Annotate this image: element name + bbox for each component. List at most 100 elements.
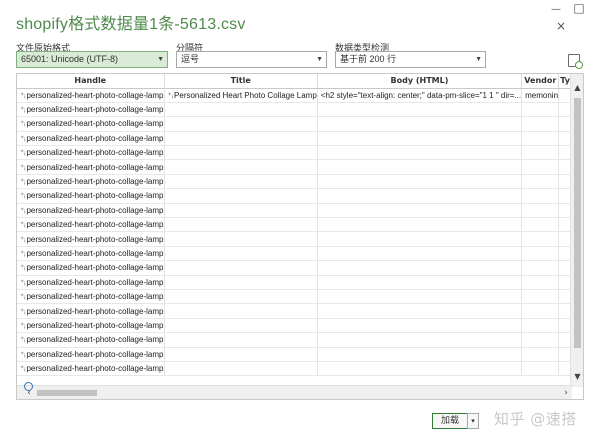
cell-type-icon: ⁺ᵢ (20, 220, 26, 230)
table-cell (164, 116, 318, 132)
table-cell (164, 347, 318, 362)
cell-value: personalized-heart-photo-collage-lamp (26, 162, 164, 172)
cell-type-icon: ⁺ᵢ (20, 162, 26, 172)
cell-value: personalized-heart-photo-collage-lamp (26, 177, 164, 187)
load-dropdown-button[interactable]: ▾ (467, 413, 479, 429)
table-cell: ⁺ᵢpersonalized-heart-photo-collage-lamp (17, 145, 165, 161)
cell-value: personalized-heart-photo-collage-lamp (26, 306, 164, 316)
table-cell: ⁺ᵢpersonalized-heart-photo-collage-lamp (17, 131, 165, 147)
delimiter-value: 逗号 (181, 54, 200, 64)
delimiter-dropdown[interactable]: 逗号 ▼ (176, 51, 327, 68)
cell-value: Personalized Heart Photo Collage Lamp (174, 90, 317, 100)
table-cell (164, 174, 318, 190)
table-cell (317, 275, 523, 290)
table-row: ⁺ᵢpersonalized-heart-photo-collage-lamp (17, 116, 583, 132)
minimize-icon[interactable]: — (545, 2, 567, 18)
table-cell (317, 332, 523, 348)
table-row: ⁺ᵢpersonalized-heart-photo-collage-lamp (17, 347, 583, 362)
table-row: ⁺ᵢpersonalized-heart-photo-collage-lamp (17, 303, 583, 319)
table-row: ⁺ᵢpersonalized-heart-photo-collage-lamp (17, 260, 583, 276)
table-cell (317, 174, 523, 190)
table-cell (521, 188, 560, 204)
column-header[interactable]: Body (HTML) (317, 74, 523, 89)
table-row: ⁺ᵢpersonalized-heart-photo-collage-lamp (17, 174, 583, 190)
cell-type-icon: ⁺ᵢ (20, 277, 26, 287)
table-cell (521, 275, 560, 290)
table-row: ⁺ᵢpersonalized-heart-photo-collage-lamp (17, 332, 583, 348)
table-cell (164, 246, 318, 262)
cell-type-icon: ⁺ᵢ (20, 349, 26, 359)
table-cell: ⁺ᵢpersonalized-heart-photo-collage-lamp (17, 116, 165, 132)
data-preview-table: HandleTitleBody (HTML)VendorType ⁺ᵢperso… (17, 74, 583, 377)
table-cell (164, 289, 318, 305)
table-cell: memonin (521, 88, 560, 103)
refresh-preview-icon[interactable] (568, 54, 583, 69)
table-cell: ⁺ᵢpersonalized-heart-photo-collage-lamp (17, 88, 165, 103)
cell-type-icon: ⁺ᵢ (20, 119, 26, 129)
table-cell (164, 102, 318, 118)
column-header[interactable]: Title (164, 74, 318, 89)
cell-type-icon: ⁺ᵢ (20, 306, 26, 316)
cell-value: personalized-heart-photo-collage-lamp (26, 263, 164, 273)
scroll-down-icon[interactable]: ▼ (571, 371, 583, 383)
table-cell (164, 303, 318, 319)
table-cell (521, 145, 560, 161)
table-cell (317, 159, 523, 175)
scroll-right-icon[interactable]: › (560, 386, 572, 399)
close-icon[interactable]: × (550, 18, 572, 34)
cell-value: personalized-heart-photo-collage-lamp (26, 105, 164, 115)
watermark: 知乎 @速搭 (494, 410, 577, 428)
window-title: shopify格式数据量1条-5613.csv (16, 16, 246, 33)
table-row: ⁺ᵢpersonalized-heart-photo-collage-lamp (17, 318, 583, 334)
table-cell (317, 289, 523, 305)
table-cell: ⁺ᵢpersonalized-heart-photo-collage-lamp (17, 203, 165, 219)
table-row: ⁺ᵢpersonalized-heart-photo-collage-lamp (17, 188, 583, 204)
load-button[interactable]: 加载 (432, 413, 468, 429)
cell-type-icon: ⁺ᵢ (20, 90, 26, 100)
table-row: ⁺ᵢpersonalized-heart-photo-collage-lamp (17, 102, 583, 118)
loading-hint (24, 382, 37, 392)
cell-value: personalized-heart-photo-collage-lamp (26, 248, 164, 258)
cell-value: personalized-heart-photo-collage-lamp (26, 349, 164, 359)
table-cell: ⁺ᵢpersonalized-heart-photo-collage-lamp (17, 303, 165, 319)
horizontal-scroll-thumb[interactable] (37, 390, 97, 396)
table-cell (521, 289, 560, 305)
table-cell: ⁺ᵢpersonalized-heart-photo-collage-lamp (17, 361, 165, 377)
table-cell (164, 260, 318, 276)
table-cell: ⁺ᵢpersonalized-heart-photo-collage-lamp (17, 188, 165, 204)
cell-type-icon: ⁺ᵢ (167, 90, 174, 100)
table-row: ⁺ᵢpersonalized-heart-photo-collage-lamp (17, 159, 583, 175)
table-cell (164, 159, 318, 175)
cell-type-icon: ⁺ᵢ (20, 263, 26, 273)
table-cell: <h2 style="text-align: center;" data-pm-… (317, 88, 523, 103)
maximize-icon[interactable]: □ (568, 0, 590, 16)
cell-type-icon: ⁺ᵢ (20, 335, 26, 345)
horizontal-scrollbar[interactable]: ‹ › (17, 385, 572, 399)
cell-value: personalized-heart-photo-collage-lamp (26, 292, 164, 302)
vertical-scroll-thumb[interactable] (574, 98, 581, 348)
chevron-down-icon: ▼ (475, 56, 482, 63)
table-cell (317, 131, 523, 147)
table-cell (317, 303, 523, 319)
cell-value: memonin (525, 90, 559, 100)
cell-value: personalized-heart-photo-collage-lamp (26, 277, 164, 287)
chevron-down-icon: ▼ (157, 56, 164, 63)
table-cell: ⁺ᵢpersonalized-heart-photo-collage-lamp (17, 217, 165, 233)
cell-type-icon: ⁺ᵢ (20, 320, 26, 330)
column-header[interactable]: Handle (17, 74, 165, 89)
table-cell (317, 246, 523, 262)
table-cell (521, 361, 560, 377)
column-header[interactable]: Vendor (521, 74, 560, 89)
table-cell (521, 260, 560, 276)
cell-type-icon: ⁺ᵢ (20, 177, 26, 187)
type-detection-dropdown[interactable]: 基于前 200 行 ▼ (335, 51, 486, 68)
table-cell (521, 303, 560, 319)
file-origin-dropdown[interactable]: 65001: Unicode (UTF-8) ▼ (16, 51, 168, 68)
vertical-scrollbar[interactable]: ▲ ▼ (570, 74, 583, 387)
table-header-row: HandleTitleBody (HTML)VendorType (17, 74, 583, 89)
table-row: ⁺ᵢpersonalized-heart-photo-collage-lamp (17, 275, 583, 290)
cell-value: personalized-heart-photo-collage-lamp (26, 148, 164, 158)
scroll-up-icon[interactable]: ▲ (571, 82, 583, 94)
cell-type-icon: ⁺ᵢ (20, 191, 26, 201)
cell-value: personalized-heart-photo-collage-lamp (26, 90, 164, 100)
